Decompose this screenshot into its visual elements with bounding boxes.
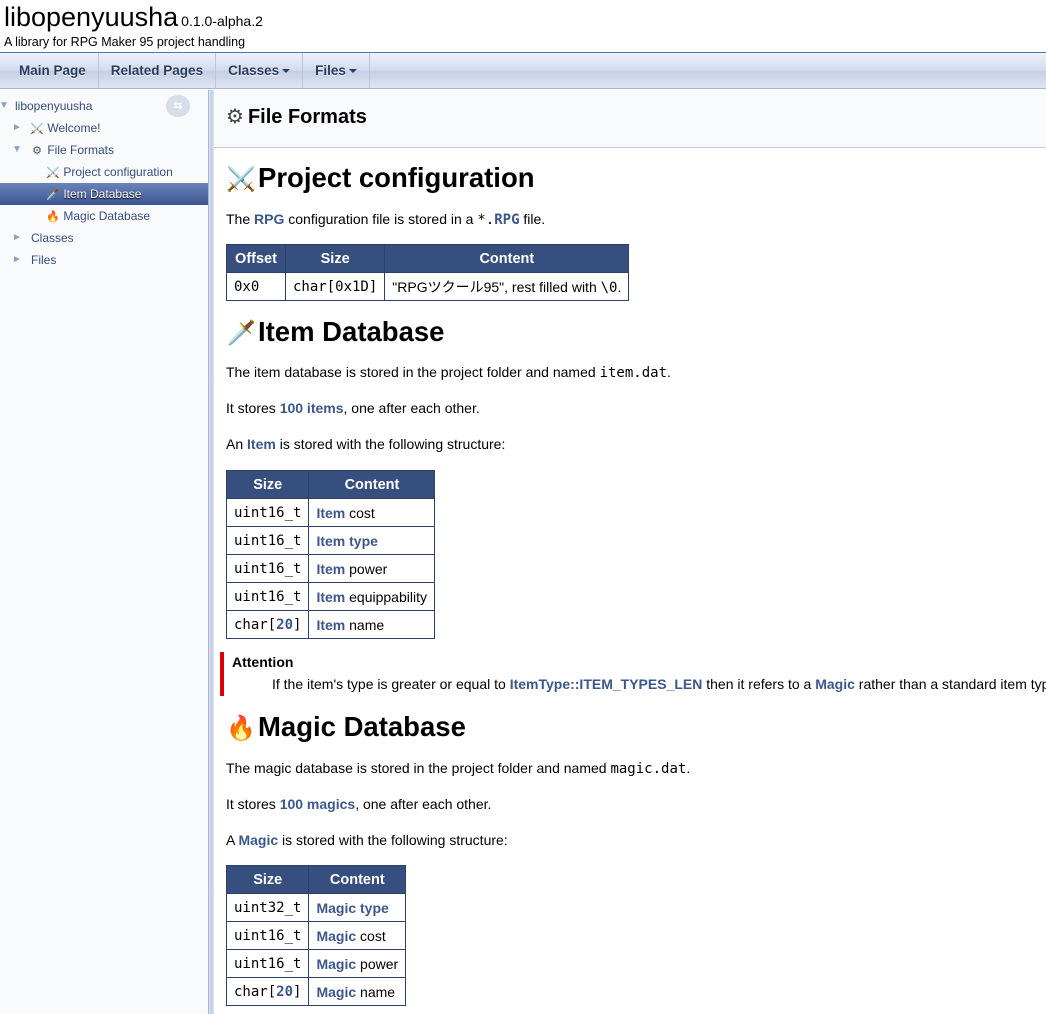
- nav-item-welcome[interactable]: ► ⚔️ Welcome!: [0, 117, 208, 139]
- crossed-swords-icon: ⚔️: [30, 123, 44, 135]
- nav-item-project-configuration[interactable]: ⚔️ Project configuration: [0, 161, 208, 183]
- fire-icon: 🔥: [226, 715, 256, 742]
- dagger-icon: 🗡️: [46, 189, 60, 201]
- main-menu: Main Page Related Pages Classes Files: [0, 53, 1046, 89]
- nav-item-magic-database[interactable]: 🔥 Magic Database: [0, 205, 208, 227]
- nav-tree: ▼ libopenyuusha ► ⚔️ Welcome! ▼ ⚙ File F…: [0, 90, 208, 1014]
- table-row: char[20] Magic name: [225, 977, 407, 1006]
- magic-db-count: It stores 100 magics, one after each oth…: [226, 796, 492, 812]
- magic-type-link[interactable]: Magic type: [316, 900, 388, 916]
- item-link[interactable]: Item: [247, 436, 276, 452]
- magic-db-structure-intro: A Magic is stored with the following str…: [226, 832, 508, 848]
- collapsed-arrow-icon[interactable]: ►: [12, 249, 22, 271]
- nav-item-classes[interactable]: ► Classes: [0, 227, 208, 249]
- magic-link[interactable]: Magic: [316, 928, 356, 944]
- item-db-location: The item database is stored in the proje…: [226, 364, 671, 381]
- expanded-arrow-icon[interactable]: ▼: [12, 139, 22, 161]
- gear-icon: ⚙: [32, 145, 42, 157]
- name-length-link[interactable]: 20: [276, 984, 293, 1000]
- project-config-table: Offset Size Content 0x0 char[0x1D] "RPGツ…: [226, 244, 630, 301]
- menu-classes[interactable]: Classes: [216, 53, 304, 89]
- chevron-down-icon: [282, 69, 291, 74]
- item-link[interactable]: Item: [316, 589, 345, 605]
- collapsed-arrow-icon[interactable]: ►: [12, 117, 22, 139]
- item-db-count: It stores 100 items, one after each othe…: [226, 400, 480, 416]
- table-row: uint16_t Magic cost: [225, 921, 407, 950]
- attention-title: Attention: [232, 654, 294, 670]
- item-type-link[interactable]: Item type: [316, 533, 377, 549]
- project-brief: A library for RPG Maker 95 project handl…: [4, 35, 246, 49]
- menu-files[interactable]: Files: [303, 53, 370, 89]
- item-link[interactable]: Item: [316, 617, 345, 633]
- magic-link[interactable]: Magic: [316, 956, 356, 972]
- chevron-down-icon: [348, 69, 357, 74]
- project-number: 0.1.0-alpha.2: [181, 13, 263, 29]
- rpg-link[interactable]: RPG: [254, 211, 284, 227]
- gear-icon: ⚙: [226, 106, 244, 128]
- table-row: uint32_t Magic type: [225, 893, 407, 922]
- page-title: ⚙ File Formats: [226, 106, 367, 128]
- items-link[interactable]: 100 items: [280, 400, 344, 416]
- rpg-code-link[interactable]: RPG: [494, 212, 519, 228]
- crossed-swords-icon: ⚔️: [226, 166, 256, 193]
- fire-icon: 🔥: [46, 211, 60, 223]
- nav-item-file-formats[interactable]: ▼ ⚙ File Formats: [0, 139, 208, 161]
- title-area: libopenyuusha 0.1.0-alpha.2 A library for…: [0, 0, 1046, 53]
- dagger-icon: 🗡️: [226, 320, 256, 347]
- item-db-structure-intro: An Item is stored with the following str…: [226, 436, 506, 452]
- menu-related-pages[interactable]: Related Pages: [99, 53, 217, 89]
- heading-item-database: 🗡️Item Database: [226, 314, 1041, 350]
- table-row: uint16_t Item equippability: [225, 582, 436, 611]
- table-row: uint16_t Item cost: [225, 498, 436, 527]
- magic-link[interactable]: Magic: [815, 676, 855, 692]
- crossed-swords-icon: ⚔️: [46, 167, 60, 179]
- magics-link[interactable]: 100 magics: [280, 796, 356, 812]
- heading-magic-database: 🔥Magic Database: [226, 709, 1041, 745]
- item-types-len-link[interactable]: ItemType::ITEM_TYPES_LEN: [510, 676, 703, 692]
- item-link[interactable]: Item: [316, 505, 345, 521]
- attention-body: If the item's type is greater or equal t…: [272, 676, 1046, 692]
- project-config-description: The RPG configuration file is stored in …: [226, 211, 546, 228]
- sync-toggle-icon[interactable]: ⇆: [166, 95, 190, 117]
- project-name: libopenyuusha 0.1.0-alpha.2: [4, 2, 263, 32]
- main-content: ⚙ File Formats ⚔️Project configuration Th…: [214, 90, 1046, 1014]
- magic-link[interactable]: Magic: [316, 984, 356, 1000]
- menu-main-page[interactable]: Main Page: [0, 53, 99, 89]
- table-row: uint16_t Item power: [225, 554, 436, 583]
- magic-link[interactable]: Magic: [238, 832, 278, 848]
- name-length-link[interactable]: 20: [276, 617, 293, 633]
- page-header: ⚙ File Formats: [214, 90, 1046, 148]
- nav-item-item-database[interactable]: 🗡️ Item Database: [0, 183, 208, 205]
- item-structure-table: Size Content uint16_t Item cost uint16_t I…: [225, 470, 436, 639]
- nav-item-files[interactable]: ► Files: [0, 249, 208, 271]
- attention-note: Attention If the item's type is greater …: [220, 652, 1046, 696]
- collapsed-arrow-icon[interactable]: ►: [12, 227, 22, 249]
- magic-db-location: The magic database is stored in the proj…: [226, 760, 691, 777]
- table-row: 0x0 char[0x1D] "RPGツクール95", rest filled …: [226, 272, 630, 301]
- heading-project-configuration: ⚔️Project configuration: [226, 160, 1041, 196]
- item-link[interactable]: Item: [316, 561, 345, 577]
- table-row: char[20] Item name: [225, 610, 436, 639]
- table-row: uint16_t Item type: [225, 526, 436, 555]
- table-row: uint16_t Magic power: [225, 949, 407, 978]
- magic-structure-table: Size Content uint32_t Magic type uint16_t…: [225, 865, 407, 1006]
- expanded-arrow-icon[interactable]: ▼: [0, 95, 9, 117]
